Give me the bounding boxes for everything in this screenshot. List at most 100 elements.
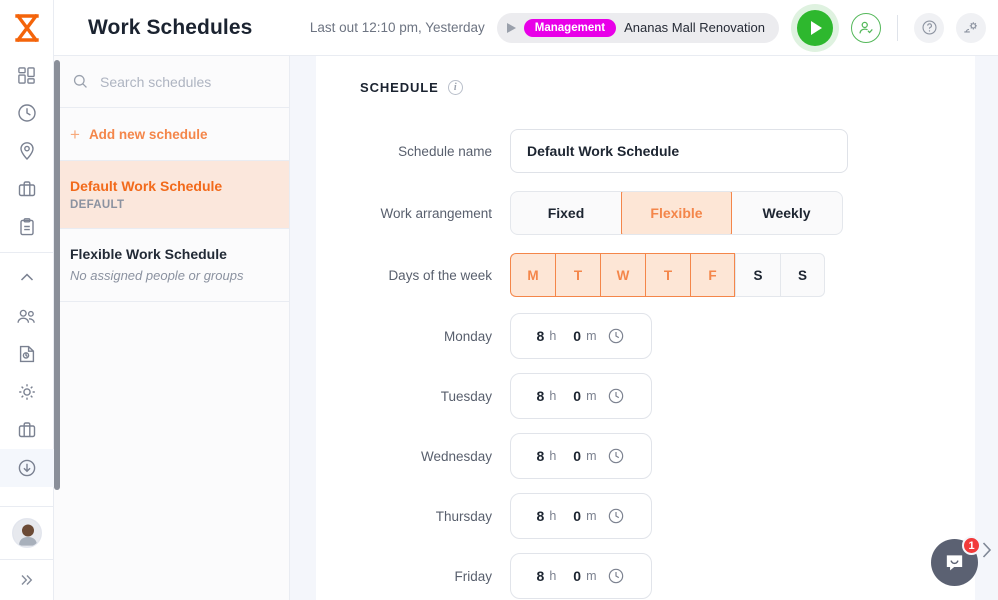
chat-bubble-icon (946, 555, 963, 571)
field-work-arrangement: Work arrangement Fixed Flexible Weekly (360, 191, 972, 235)
sidebar-item-reports[interactable] (0, 335, 54, 373)
duration-label-friday: Friday (454, 568, 492, 584)
duration-hours-unit: h (549, 509, 557, 523)
add-new-schedule-label: Add new schedule (88, 126, 208, 142)
days-of-week-label: Days of the week (388, 267, 492, 283)
main-region: Work Schedules Last out 12:10 pm, Yester… (54, 0, 998, 600)
schedule-name: Default Work Schedule (70, 178, 223, 194)
duration-minutes-unit: m (586, 569, 597, 583)
field-duration-thursday: Thursday 8 h 0 m (360, 493, 972, 539)
avatar[interactable] (0, 507, 54, 559)
day-toggle-saturday[interactable]: S (735, 253, 780, 297)
schedule-name-value: Default Work Schedule (527, 143, 680, 159)
sidebar-item-time[interactable] (0, 94, 54, 132)
duration-hours-unit: h (549, 449, 557, 463)
rail-expand-button[interactable] (0, 560, 54, 600)
schedule-name-input[interactable]: Default Work Schedule (510, 129, 848, 173)
assign-person-button[interactable] (851, 12, 881, 43)
sidebar-item-settings[interactable] (0, 373, 54, 411)
duration-input-thursday[interactable]: 8 h 0 m (510, 493, 652, 539)
duration-minutes: 0 (573, 328, 582, 344)
task-name: Ananas Mall Renovation (624, 20, 765, 35)
person-check-icon (859, 21, 873, 33)
sidebar-item-downloads[interactable] (0, 449, 54, 487)
rail-scrollbar[interactable] (54, 60, 60, 490)
duration-hours: 8 (536, 568, 545, 584)
chat-launcher-button[interactable]: 1 (931, 536, 981, 586)
settings-hand-icon (964, 21, 977, 33)
duration-minutes-unit: m (586, 329, 597, 343)
day-toggle-tuesday[interactable]: T (555, 253, 600, 297)
status-badge: Management (523, 18, 617, 37)
sidebar-item-projects[interactable] (0, 170, 54, 208)
work-arrangement-option-weekly[interactable]: Weekly (731, 192, 842, 234)
duration-input-friday[interactable]: 8 h 0 m (510, 553, 652, 599)
clock-icon[interactable] (607, 327, 625, 345)
field-days-of-week: Days of the week M T W T F S S (360, 253, 972, 297)
play-small-icon (506, 22, 516, 33)
day-toggle-sunday[interactable]: S (780, 253, 825, 297)
search-input[interactable]: Search schedules (54, 56, 289, 108)
duration-minutes-unit: m (586, 449, 597, 463)
sidebar-item-people[interactable] (0, 297, 54, 335)
clock-icon[interactable] (607, 447, 625, 465)
field-duration-monday: Monday 8 h 0 m (360, 313, 972, 359)
toolbar-divider (897, 14, 898, 41)
page-section-title: SCHEDULE (360, 80, 439, 95)
play-circle-icon (797, 9, 833, 46)
panel-expand-chevron[interactable] (979, 539, 994, 566)
rail-primary-items (0, 56, 54, 487)
duration-label-wednesday: Wednesday (420, 448, 492, 464)
work-arrangement-segmented-control: Fixed Flexible Weekly (510, 191, 843, 235)
duration-hours-unit: h (549, 389, 557, 403)
clock-icon[interactable] (607, 387, 625, 405)
sidebar-item-dashboard[interactable] (0, 56, 54, 94)
clock-icon[interactable] (607, 567, 625, 585)
duration-input-monday[interactable]: 8 h 0 m (510, 313, 652, 359)
duration-hours: 8 (536, 508, 545, 524)
duration-minutes: 0 (573, 388, 582, 404)
schedule-list-item-flexible[interactable]: Flexible Work Schedule No assigned peopl… (54, 229, 289, 303)
info-icon[interactable]: i (447, 80, 463, 95)
duration-label-thursday: Thursday (435, 508, 492, 524)
duration-input-tuesday[interactable]: 8 h 0 m (510, 373, 652, 419)
field-duration-wednesday: Wednesday 8 h 0 m (360, 433, 972, 479)
schedule-list-item-default[interactable]: Default Work Schedule DEFAULT (54, 161, 289, 229)
help-circle-icon (921, 20, 937, 35)
plus-icon: + (70, 124, 80, 144)
panel-gap (290, 56, 316, 600)
schedules-list-panel: Search schedules + Add new schedule Defa… (54, 56, 290, 600)
sidebar-item-tasks[interactable] (0, 208, 54, 246)
day-toggle-thursday[interactable]: T (645, 253, 690, 297)
app-logo[interactable] (0, 0, 54, 56)
schedule-name-label: Schedule name (398, 143, 492, 159)
clock-icon[interactable] (607, 507, 625, 525)
duration-label-tuesday: Tuesday (440, 388, 492, 404)
current-task-pill[interactable]: Management Ananas Mall Renovation (496, 12, 779, 43)
app-window: Work Schedules Last out 12:10 pm, Yester… (0, 0, 998, 600)
sidebar-item-collapse-group[interactable] (0, 259, 54, 297)
sidebar-item-work[interactable] (0, 411, 54, 449)
work-arrangement-option-fixed[interactable]: Fixed (511, 192, 622, 234)
duration-input-wednesday[interactable]: 8 h 0 m (510, 433, 652, 479)
left-nav-rail (0, 0, 54, 600)
days-of-week-toggle-group: M T W T F S S (510, 253, 825, 297)
search-placeholder: Search schedules (100, 73, 212, 90)
help-button[interactable] (914, 12, 944, 43)
work-arrangement-option-flexible[interactable]: Flexible (621, 192, 732, 234)
sidebar-item-locations[interactable] (0, 132, 54, 170)
field-schedule-name: Schedule name Default Work Schedule (360, 129, 972, 173)
day-toggle-monday[interactable]: M (510, 253, 555, 297)
start-timer-button[interactable] (791, 3, 839, 52)
add-new-schedule-button[interactable]: + Add new schedule (54, 108, 289, 161)
day-toggle-friday[interactable]: F (690, 253, 735, 297)
chat-unread-badge: 1 (962, 536, 981, 555)
page-title: Work Schedules (88, 15, 253, 39)
duration-minutes: 0 (573, 448, 582, 464)
schedule-detail-panel: SCHEDULE i Schedule name Default Work Sc… (316, 56, 998, 600)
quick-settings-button[interactable] (956, 12, 986, 43)
work-arrangement-label: Work arrangement (380, 205, 492, 221)
day-toggle-wednesday[interactable]: W (600, 253, 645, 297)
top-bar-controls: Last out 12:10 pm, Yesterday Management … (310, 3, 986, 52)
duration-hours: 8 (536, 328, 545, 344)
